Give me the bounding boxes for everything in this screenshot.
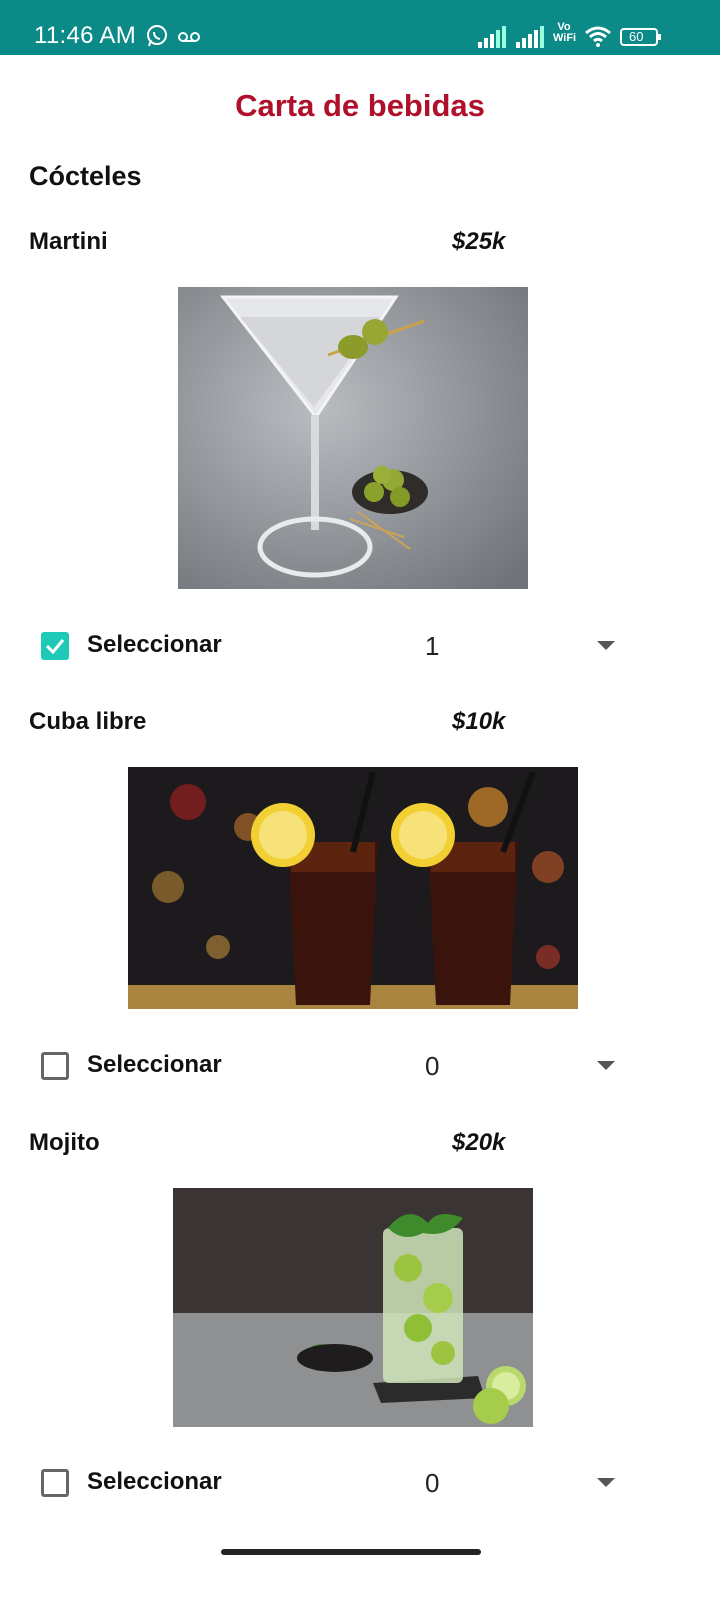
item-name: Cuba libre — [29, 708, 147, 735]
select-label[interactable]: Seleccionar — [87, 631, 222, 659]
cuba-libre-photo — [128, 767, 578, 1009]
page-title: Carta de bebidas — [235, 88, 485, 123]
mojito-photo — [173, 1188, 533, 1427]
select-row: Seleccionar 0 — [40, 1049, 640, 1089]
item-price: $20k — [452, 1129, 506, 1156]
quantity-dropdown-value[interactable]: 0 — [425, 1468, 439, 1499]
quantity-dropdown-value[interactable]: 1 — [425, 631, 439, 662]
section-title: Cócteles — [29, 161, 142, 191]
item-price: $25k — [452, 228, 506, 255]
martini-photo — [178, 287, 528, 589]
dropdown-arrow-icon[interactable] — [597, 1478, 615, 1487]
battery-level: 60 — [629, 29, 644, 44]
dropdown-arrow-icon[interactable] — [597, 641, 615, 650]
select-label[interactable]: Seleccionar — [87, 1468, 222, 1496]
vowifi-icon: Vo WiFi — [553, 22, 577, 48]
select-row: Seleccionar 0 — [40, 1466, 640, 1506]
battery-icon: 60 — [620, 27, 662, 47]
status-bar: 11:46 AM Vo WiFi 60 — [0, 0, 720, 55]
voicemail-icon — [178, 30, 200, 42]
whatsapp-icon — [145, 24, 169, 48]
quantity-dropdown-value[interactable]: 0 — [425, 1051, 439, 1082]
select-label[interactable]: Seleccionar — [87, 1051, 222, 1079]
wifi-icon — [584, 24, 612, 48]
signal-icon — [516, 26, 546, 48]
select-checkbox[interactable] — [41, 1469, 69, 1497]
item-name: Mojito — [29, 1129, 100, 1156]
dropdown-arrow-icon[interactable] — [597, 1061, 615, 1070]
select-checkbox[interactable] — [41, 632, 69, 660]
select-row: Seleccionar 1 — [40, 629, 640, 669]
item-price: $10k — [452, 708, 506, 735]
vowifi-bottom-label: WiFi — [553, 32, 577, 44]
select-checkbox[interactable] — [41, 1052, 69, 1080]
status-time: 11:46 AM — [34, 22, 137, 49]
home-indicator[interactable] — [221, 1549, 481, 1555]
signal-icon — [478, 26, 508, 48]
item-name: Martini — [29, 228, 108, 255]
